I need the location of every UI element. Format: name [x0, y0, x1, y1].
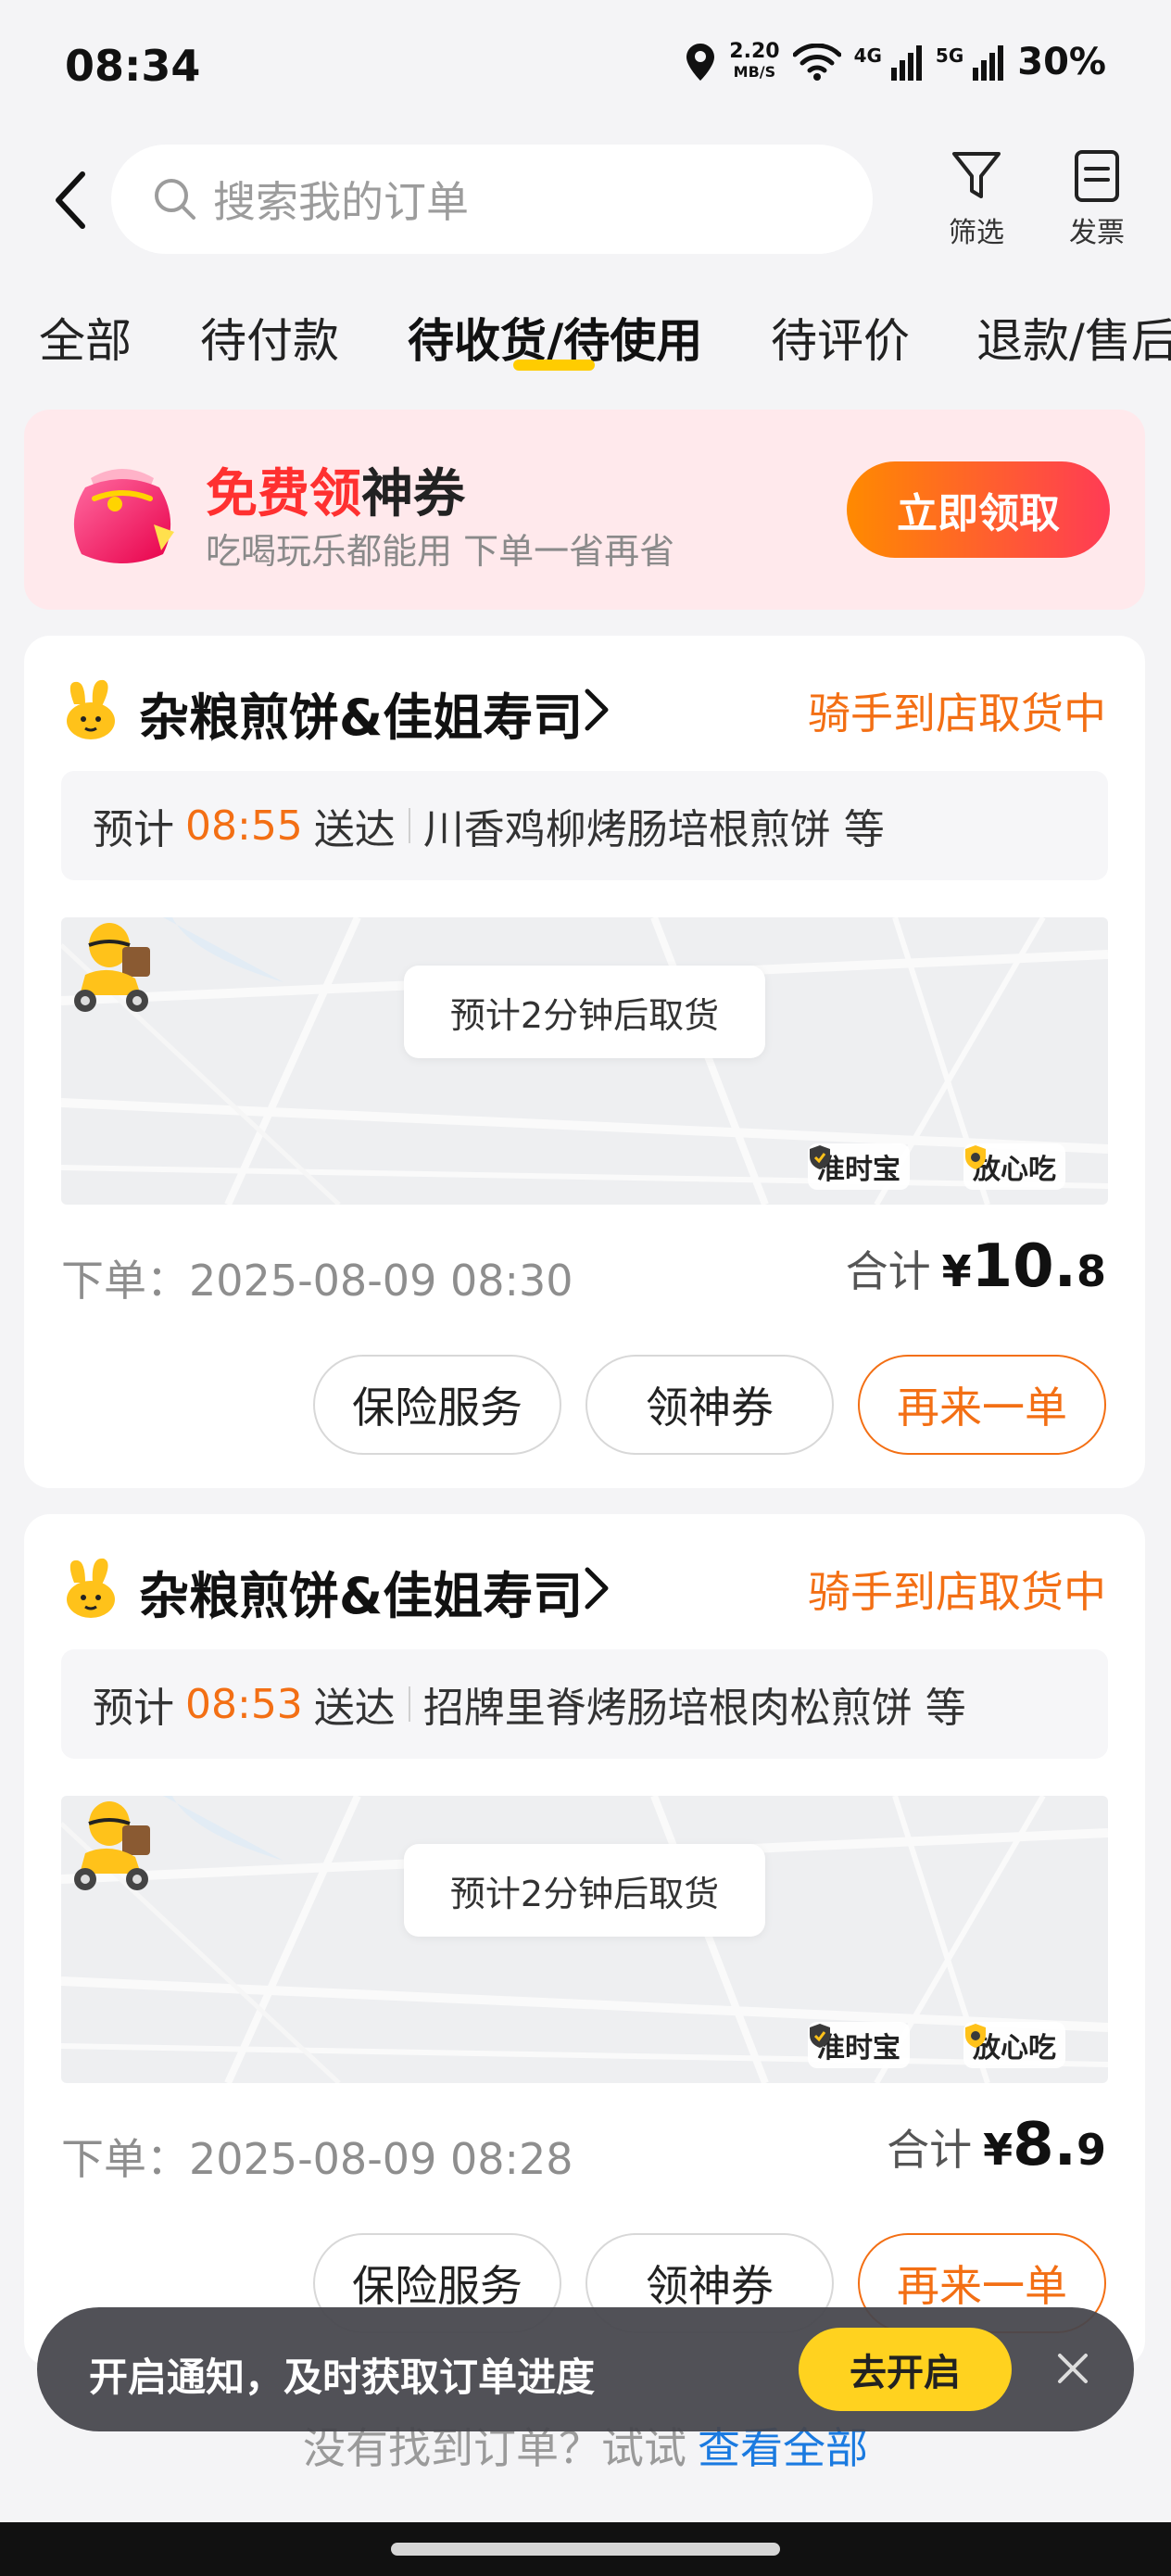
currency-symbol: ¥	[983, 2125, 1014, 2175]
total-label: 合计	[845, 1246, 931, 1296]
order-items: 招牌里脊烤肠培根肉松煎饼 等	[422, 1685, 966, 1732]
network-speed-unit: MB/S	[733, 63, 776, 81]
eta-box[interactable]: 预计 08:55 送达 川香鸡柳烤肠培根煎饼 等	[61, 771, 1108, 880]
chevron-right-icon[interactable]	[580, 686, 613, 734]
total-decimal: 8	[1076, 1246, 1106, 1296]
chevron-right-icon[interactable]	[580, 1564, 613, 1612]
total-decimal: 9	[1076, 2125, 1106, 2175]
delivery-map[interactable]: 预计2分钟后取货 准时宝 放心吃	[61, 1796, 1108, 2083]
tab-pending-payment[interactable]: 待付款	[200, 304, 339, 371]
currency-symbol: ¥	[941, 1246, 972, 1296]
tab-all[interactable]: 全部	[39, 304, 132, 371]
search-input[interactable]: 搜索我的订单	[111, 145, 873, 254]
status-bar: 08:34 2.20 MB/S 4G 5G 30%	[0, 0, 1171, 139]
network-speed-value: 2.20	[729, 40, 780, 63]
store-logo-icon	[67, 679, 115, 739]
on-time-badge: 准时宝	[808, 1143, 910, 1190]
claim-coupon-button[interactable]: 立即领取	[847, 461, 1110, 558]
rider-icon	[74, 1801, 150, 1890]
store-name[interactable]: 杂粮煎饼&佳姐寿司	[139, 676, 583, 750]
on-time-badge: 准时宝	[808, 2022, 910, 2068]
shield-icon	[810, 1145, 830, 1169]
insurance-button[interactable]: 保险服务	[313, 1355, 561, 1455]
promo-subtitle: 吃喝玩乐都能用 下单一省再省	[206, 531, 675, 572]
status-time: 08:34	[65, 41, 201, 91]
back-button[interactable]	[37, 163, 102, 237]
map-roads	[61, 917, 1108, 1205]
total-label: 合计	[887, 2125, 973, 2175]
order-status: 骑手到店取货中	[808, 688, 1106, 739]
store-name[interactable]: 杂粮煎饼&佳姐寿司	[139, 1555, 583, 1628]
total-integer: 8.	[1013, 2111, 1077, 2179]
close-icon[interactable]	[1045, 2341, 1101, 2396]
map-roads	[61, 1796, 1108, 2083]
order-actions: 保险服务 领神券 再来一单	[313, 1355, 1106, 1455]
signal-5g-icon	[973, 45, 1004, 81]
promo-title-rest: 神券	[361, 464, 465, 524]
search-icon	[155, 179, 195, 220]
rider-icon	[74, 923, 150, 1012]
location-icon	[686, 44, 715, 81]
home-indicator[interactable]	[391, 2543, 780, 2556]
order-status: 骑手到店取货中	[808, 1567, 1106, 1617]
order-total: 合计 ¥ 8. 9	[887, 2111, 1106, 2179]
coupon-bag-icon	[73, 469, 174, 563]
safe-eat-badge: 放心吃	[963, 2022, 1065, 2068]
wifi-icon	[792, 44, 841, 81]
net-5g-label: 5G	[935, 44, 964, 67]
promo-banner[interactable]: 免费领神券 吃喝玩乐都能用 下单一省再省 立即领取	[24, 410, 1145, 610]
store-logo-icon	[67, 1558, 115, 1618]
order-items: 川香鸡柳烤肠培根煎饼 等	[422, 806, 885, 853]
filter-button[interactable]: 筛选	[930, 148, 1023, 250]
promo-title: 免费领神券	[206, 452, 465, 527]
shield-icon	[965, 2024, 986, 2048]
order-total: 合计 ¥ 10. 8	[846, 1232, 1106, 1301]
order-card[interactable]: 杂粮煎饼&佳姐寿司 骑手到店取货中 预计 08:55 送达 川香鸡柳烤肠培根煎饼…	[24, 636, 1145, 1488]
eta-prefix: 预计	[93, 1685, 174, 1732]
eta-suffix: 送达	[313, 806, 396, 853]
shield-icon	[810, 2024, 830, 2048]
battery-level: 30%	[1017, 41, 1106, 83]
eta-time: 08:55	[185, 802, 303, 850]
order-time: 下单：2025-08-09 08:28	[61, 2134, 573, 2184]
tab-refund[interactable]: 退款/售后	[976, 304, 1171, 371]
shield-icon	[965, 1145, 986, 1169]
invoice-icon	[1075, 150, 1119, 202]
order-card[interactable]: 杂粮煎饼&佳姐寿司 骑手到店取货中 预计 08:53 送达 招牌里脊烤肠培根肉松…	[24, 1514, 1145, 2367]
network-speed: 2.20 MB/S	[729, 42, 779, 82]
order-time: 下单：2025-08-09 08:30	[61, 1256, 573, 1306]
pickup-bubble: 预计2分钟后取货	[404, 966, 765, 1058]
active-tab-indicator	[513, 360, 595, 371]
filter-label: 筛选	[949, 217, 1004, 249]
signal-4g-icon	[890, 45, 922, 81]
status-icons: 2.20 MB/S 4G 5G 30%	[685, 41, 1106, 83]
eta-prefix: 预计	[93, 806, 174, 853]
eta-suffix: 送达	[313, 1685, 396, 1732]
search-placeholder: 搜索我的订单	[213, 177, 469, 227]
tab-pending-review[interactable]: 待评价	[771, 304, 910, 371]
enable-notification-button[interactable]: 去开启	[799, 2328, 1012, 2411]
eta-time: 08:53	[185, 1680, 303, 1728]
invoice-label: 发票	[1069, 217, 1125, 249]
net-4g-label: 4G	[853, 44, 882, 67]
reorder-button[interactable]: 再来一单	[858, 1355, 1106, 1455]
coupon-button[interactable]: 领神券	[586, 1355, 834, 1455]
back-arrow-icon	[56, 171, 85, 229]
promo-title-highlight: 免费领	[206, 464, 361, 524]
eta-divider	[408, 808, 410, 843]
total-integer: 10.	[971, 1232, 1077, 1301]
filter-icon	[952, 152, 1001, 198]
eta-divider	[408, 1686, 410, 1722]
eta-box[interactable]: 预计 08:53 送达 招牌里脊烤肠培根肉松煎饼 等	[61, 1649, 1108, 1759]
delivery-map[interactable]: 预计2分钟后取货 准时宝 放心吃	[61, 917, 1108, 1205]
invoice-button[interactable]: 发票	[1051, 148, 1143, 250]
safe-eat-badge: 放心吃	[963, 1143, 1065, 1190]
notification-toast: 开启通知，及时获取订单进度 去开启	[37, 2307, 1134, 2431]
pickup-bubble: 预计2分钟后取货	[404, 1844, 765, 1937]
order-tabs: 全部 待付款 待收货/待使用 待评价 退款/售后	[0, 297, 1171, 389]
toast-text: 开启通知，及时获取订单进度	[89, 2355, 596, 2400]
